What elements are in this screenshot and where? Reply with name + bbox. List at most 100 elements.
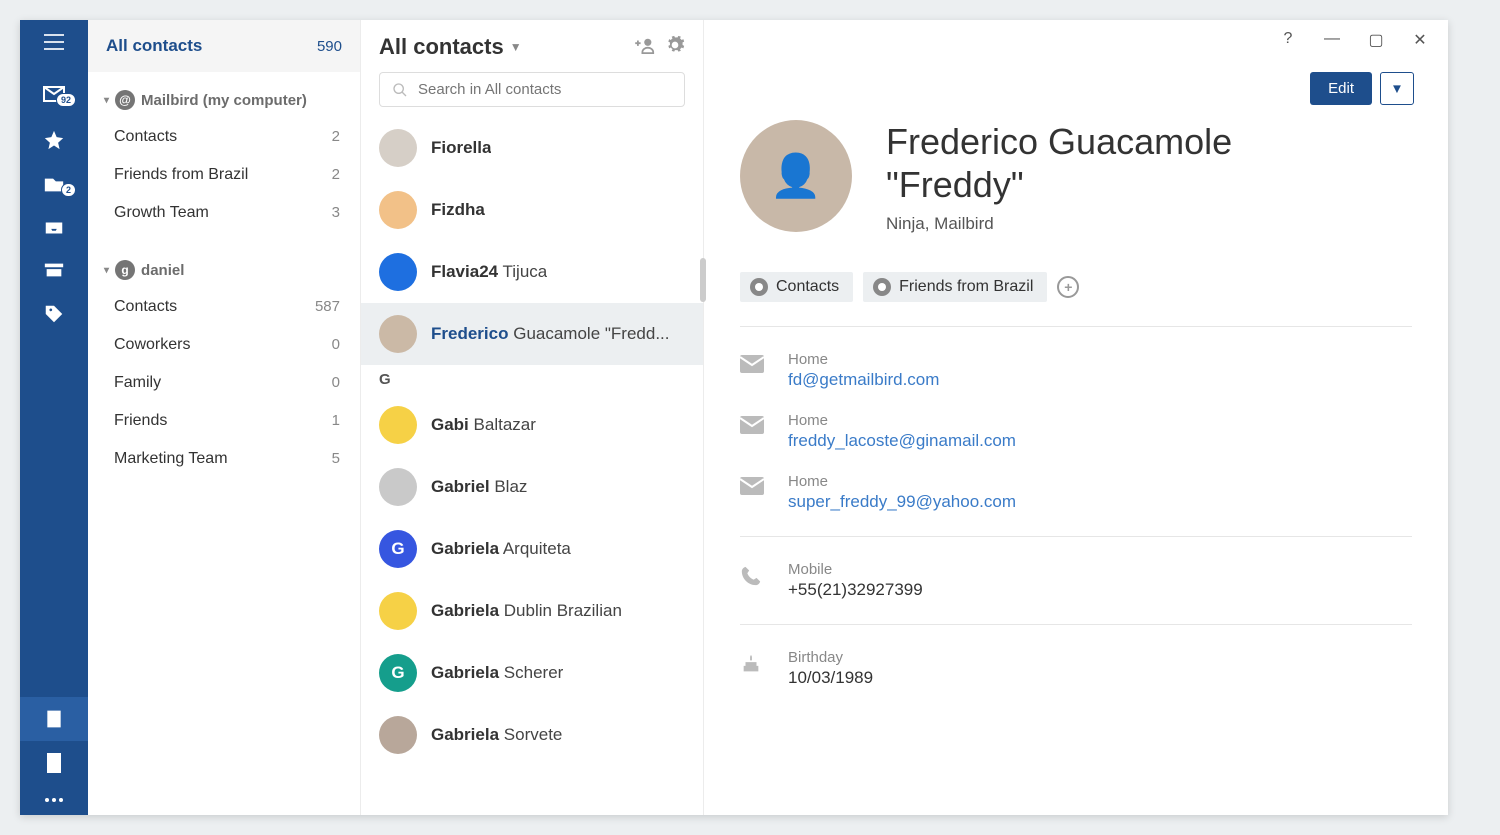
divider <box>740 326 1412 327</box>
search-input[interactable] <box>418 81 672 98</box>
phone-field: Mobile +55(21)32927399 <box>740 561 1412 600</box>
email-label: Home <box>788 351 939 368</box>
birthday-field: Birthday 10/03/1989 <box>740 649 1412 688</box>
group-label: Coworkers <box>114 336 190 354</box>
detail-actions: Edit ▼ <box>1310 72 1414 105</box>
hamburger-button[interactable] <box>20 20 88 73</box>
gear-icon <box>665 35 685 55</box>
avatar <box>379 253 417 291</box>
group-row[interactable]: Family 0 <box>104 364 344 402</box>
contact-row[interactable]: Gabriel Blaz <box>361 456 703 518</box>
nav-tags[interactable] <box>20 291 88 337</box>
caret-down-icon: ▼ <box>1390 81 1403 96</box>
nav-starred[interactable] <box>20 117 88 163</box>
group-row[interactable]: Marketing Team 5 <box>104 440 344 478</box>
group-count: 5 <box>332 450 340 468</box>
detail-header: 👤 Frederico Guacamole "Freddy" Ninja, Ma… <box>740 120 1412 234</box>
notes-icon <box>45 753 63 773</box>
contact-row[interactable]: Fiorella <box>361 117 703 179</box>
groups-count: 590 <box>317 38 342 55</box>
tag-source-icon <box>873 278 891 296</box>
group-section-header[interactable]: ▾ g daniel <box>104 252 344 288</box>
group-label: Contacts <box>114 298 177 316</box>
edit-button[interactable]: Edit <box>1310 72 1372 105</box>
divider <box>740 536 1412 537</box>
group-row[interactable]: Coworkers 0 <box>104 326 344 364</box>
contact-tag[interactable]: Contacts <box>740 272 853 302</box>
add-tag-button[interactable]: + <box>1057 276 1079 298</box>
contact-row[interactable]: Flavia24 Tijuca <box>361 241 703 303</box>
nav-important[interactable]: 2 <box>20 163 88 207</box>
contact-name: Gabriela Scherer <box>431 663 563 683</box>
group-label: Contacts <box>114 128 177 146</box>
group-label: Friends from Brazil <box>114 166 248 184</box>
contact-list: Fiorella Fizdha Flavia24 Tijuca Frederic… <box>361 117 703 815</box>
contact-name: Fizdha <box>431 200 485 220</box>
nav-notes[interactable] <box>20 741 88 785</box>
divider <box>740 624 1412 625</box>
email-value[interactable]: fd@getmailbird.com <box>788 370 939 390</box>
group-row[interactable]: Contacts 2 <box>104 118 344 156</box>
contact-name: Frederico Guacamole "Fredd... <box>431 324 670 344</box>
search-icon <box>392 82 408 98</box>
list-title-dropdown[interactable]: All contacts ▼ <box>379 34 627 60</box>
email-field: Home fd@getmailbird.com <box>740 351 1412 390</box>
avatar <box>379 315 417 353</box>
contact-row[interactable]: G Gabriela Scherer <box>361 642 703 704</box>
nav-archive[interactable] <box>20 249 88 291</box>
group-row[interactable]: Friends 1 <box>104 402 344 440</box>
nav-more[interactable] <box>20 785 88 815</box>
avatar <box>379 716 417 754</box>
close-button[interactable]: ✕ <box>1412 30 1428 50</box>
email-label: Home <box>788 412 1016 429</box>
groups-pane: All contacts 590 ▾ @ Mailbird (my comput… <box>88 20 361 815</box>
star-icon <box>43 129 65 151</box>
group-row[interactable]: Contacts 587 <box>104 288 344 326</box>
email-value[interactable]: freddy_lacoste@ginamail.com <box>788 431 1016 451</box>
contact-list-pane: All contacts ▼ Fiorella Fizdha Flavia24 … <box>361 20 704 815</box>
contact-row[interactable]: G Gabriela Arquiteta <box>361 518 703 580</box>
list-header: All contacts ▼ <box>361 20 703 66</box>
more-icon <box>44 797 64 803</box>
contact-row[interactable]: Frederico Guacamole "Fredd... <box>361 303 703 365</box>
nav-sent[interactable] <box>20 207 88 249</box>
maximize-button[interactable]: ▢ <box>1368 30 1384 50</box>
avatar <box>379 129 417 167</box>
contact-name: Frederico Guacamole "Freddy" <box>886 120 1232 206</box>
mail-icon <box>740 351 766 378</box>
groups-all-contacts[interactable]: All contacts 590 <box>88 20 360 72</box>
settings-button[interactable] <box>665 35 685 60</box>
birthday-label: Birthday <box>788 649 873 666</box>
group-count: 2 <box>332 166 340 184</box>
help-button[interactable]: ? <box>1280 30 1296 50</box>
tag-label: Friends from Brazil <box>899 278 1033 296</box>
app-window: ? — ▢ ✕ 92 2 <box>20 20 1448 815</box>
avatar: G <box>379 530 417 568</box>
search-box[interactable] <box>379 72 685 107</box>
phone-icon <box>740 561 766 592</box>
group-count: 2 <box>332 128 340 146</box>
group-row[interactable]: Growth Team 3 <box>104 194 344 232</box>
group-section-title: Mailbird (my computer) <box>141 92 307 109</box>
group-section-header[interactable]: ▾ @ Mailbird (my computer) <box>104 82 344 118</box>
tag-label: Contacts <box>776 278 839 296</box>
edit-dropdown-button[interactable]: ▼ <box>1380 72 1414 105</box>
group-row[interactable]: Friends from Brazil 2 <box>104 156 344 194</box>
contact-detail-pane: Edit ▼ 👤 Frederico Guacamole "Freddy" Ni… <box>704 20 1448 815</box>
mail-icon <box>740 473 766 500</box>
nav-contacts[interactable] <box>20 697 88 741</box>
contact-row[interactable]: Gabi Baltazar <box>361 394 703 456</box>
add-contact-button[interactable] <box>635 36 657 59</box>
contact-row[interactable]: Gabriela Sorvete <box>361 704 703 766</box>
email-value[interactable]: super_freddy_99@yahoo.com <box>788 492 1016 512</box>
nav-inbox[interactable]: 92 <box>20 73 88 117</box>
contact-subtitle: Ninja, Mailbird <box>886 214 1232 234</box>
contact-tag[interactable]: Friends from Brazil <box>863 272 1047 302</box>
email-field: Home super_freddy_99@yahoo.com <box>740 473 1412 512</box>
contact-name: Gabi Baltazar <box>431 415 536 435</box>
window-controls: ? — ▢ ✕ <box>1260 20 1448 60</box>
contact-row[interactable]: Fizdha <box>361 179 703 241</box>
phone-value: +55(21)32927399 <box>788 580 923 600</box>
minimize-button[interactable]: — <box>1324 30 1340 50</box>
contact-row[interactable]: Gabriela Dublin Brazilian <box>361 580 703 642</box>
